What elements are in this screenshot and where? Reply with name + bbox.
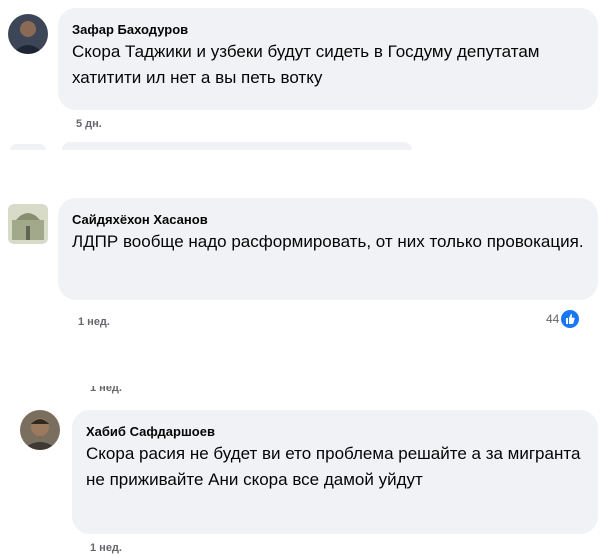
avatar[interactable] [8, 204, 48, 244]
comment-bubble: Хабиб Сафдаршоев Скора расия не будет ви… [72, 410, 598, 534]
avatar[interactable] [20, 410, 60, 450]
comment-author[interactable]: Хабиб Сафдаршоев [86, 424, 584, 439]
avatar[interactable] [8, 14, 48, 54]
comment-time[interactable]: 1 нед. [90, 542, 122, 554]
partial-comment-bubble [62, 142, 412, 150]
partial-comment-bubble [10, 144, 46, 150]
comment-text: Скора Таджики и узбеки будут сидеть в Го… [72, 42, 540, 87]
comment-author[interactable]: Сайдяхёхон Хасанов [72, 212, 584, 227]
comment-bubble: Зафар Баходуров Скора Таджики и узбеки б… [58, 8, 598, 110]
reaction-count-number: 44 [546, 312, 560, 326]
comment-time[interactable]: 1 нед. [78, 316, 110, 328]
comment-author[interactable]: Зафар Баходуров [72, 22, 584, 37]
reaction-count[interactable]: 44 [546, 310, 580, 328]
comment-text: Скора расия не будет ви ето проблема реш… [86, 444, 581, 489]
comment-bubble: Сайдяхёхон Хасанов ЛДПР вообще надо расф… [58, 198, 598, 300]
comment-time[interactable]: 5 дн. [76, 118, 102, 130]
comment-text: ЛДПР вообще надо расформировать, от них … [72, 232, 584, 251]
like-icon [561, 310, 580, 328]
partial-comment-time[interactable]: 1 нед. [90, 386, 122, 396]
